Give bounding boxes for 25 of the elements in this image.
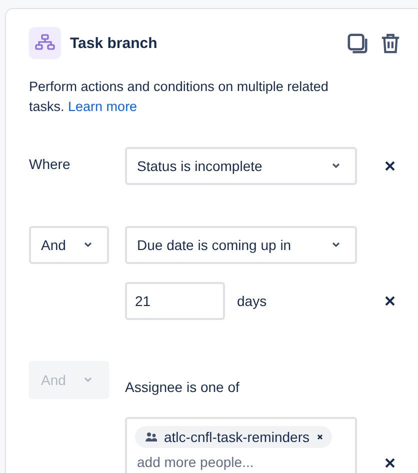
close-icon[interactable] bbox=[384, 160, 396, 172]
connector-select: And bbox=[29, 361, 109, 399]
condition-select[interactable]: Status is incomplete bbox=[125, 147, 357, 185]
hierarchy-icon bbox=[29, 27, 61, 59]
days-label: days bbox=[237, 293, 267, 309]
group-chip[interactable]: atlc-cnfl-task-reminders bbox=[135, 426, 332, 448]
description-text: Perform actions and conditions on multiple related tasks. Learn more bbox=[29, 78, 330, 116]
learn-more-link[interactable]: Learn more bbox=[68, 99, 138, 114]
chevron-down-icon bbox=[83, 377, 93, 383]
remove-chip-icon[interactable] bbox=[316, 433, 324, 441]
close-icon[interactable] bbox=[384, 457, 396, 469]
where-label: Where bbox=[29, 155, 72, 172]
people-field[interactable]: atlc-cnfl-task-reminders add more people... bbox=[125, 417, 357, 473]
connector-select[interactable]: And bbox=[29, 226, 109, 264]
chevron-down-icon bbox=[331, 163, 341, 169]
chevron-down-icon bbox=[331, 242, 341, 248]
trash-icon[interactable] bbox=[380, 32, 401, 54]
close-icon[interactable] bbox=[384, 295, 396, 307]
copy-icon[interactable] bbox=[347, 32, 368, 54]
condition-label: Assignee is one of bbox=[125, 378, 240, 397]
days-input[interactable]: 21 bbox=[125, 282, 225, 320]
chevron-down-icon bbox=[83, 242, 93, 248]
condition-select[interactable]: Due date is coming up in bbox=[125, 226, 357, 264]
group-icon bbox=[145, 432, 157, 442]
card-title: Task branch bbox=[70, 34, 158, 52]
